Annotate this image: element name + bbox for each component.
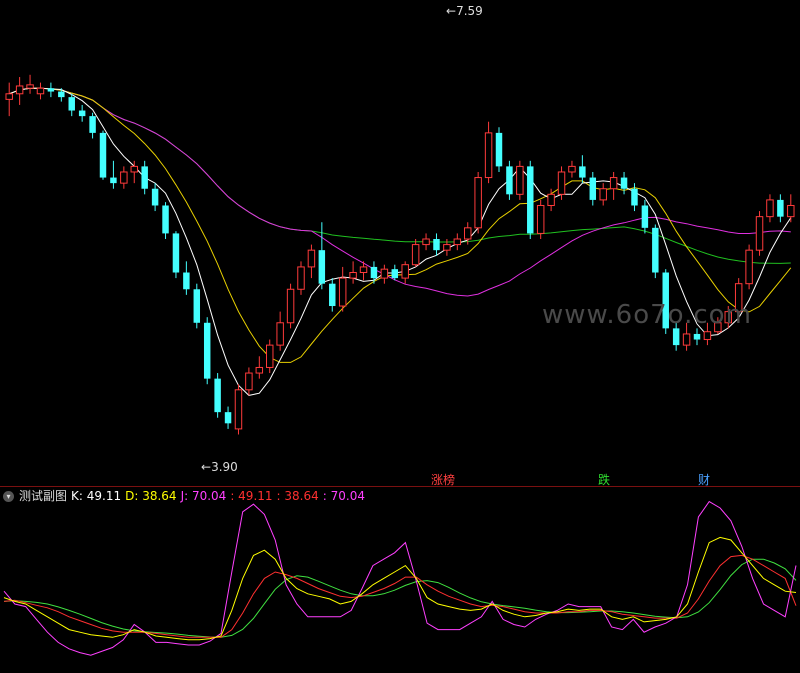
kdj-signal-line [3, 558, 797, 638]
arrow-left-icon: ← [201, 460, 212, 474]
candle-body-up [766, 199, 774, 218]
candle-body-up [286, 288, 295, 324]
candle-body-up [536, 204, 545, 234]
candle-body-down [370, 266, 378, 279]
candle-body-up [422, 238, 430, 246]
candle-body-down [506, 166, 513, 195]
arrow-left-icon: ← [446, 4, 457, 18]
candle-body-up [15, 85, 24, 95]
candle-body-down [329, 283, 336, 307]
candle-body-down [162, 205, 169, 234]
candle-body-up [234, 389, 243, 430]
candle-body-up [380, 268, 389, 279]
candle-body-up [755, 216, 764, 251]
legend-value-2: : 38.64 [276, 489, 319, 503]
price-high-label: ←7.59 [446, 4, 483, 18]
tag-limit-up[interactable]: 涨榜 [431, 473, 455, 487]
legend-value-1: : 49.11 [230, 489, 273, 503]
candle-body-down [110, 177, 117, 184]
candle-body-up [255, 366, 264, 374]
candle-body-down [68, 97, 75, 111]
candle-body-up [599, 188, 607, 201]
indicator-legend: ▾ 测试副图 K: 49.11 D: 38.64 J: 70.04 : 49.1… [0, 488, 369, 504]
candle-body-up [557, 171, 566, 195]
candle-body-up [464, 227, 472, 240]
candle-body-down [151, 188, 159, 206]
candle-body-down [203, 322, 211, 379]
candle-body-up [547, 193, 555, 206]
candle-body-up [266, 344, 274, 368]
candle-body-down [224, 412, 232, 424]
ma30-line [9, 87, 791, 297]
price-low-value: 3.90 [211, 460, 238, 474]
candle-body-up [130, 165, 138, 173]
panel-separator [0, 486, 800, 487]
candle-body-up [120, 171, 128, 184]
candle-body-down [172, 233, 180, 273]
candle-body-down [78, 110, 86, 117]
stock-chart [3, 74, 797, 656]
legend-k: K: 49.11 [71, 489, 122, 503]
candle-body-down [495, 132, 503, 167]
candle-body-up [359, 266, 368, 274]
candle-body-up [276, 322, 284, 346]
kdj-k-line [3, 536, 797, 641]
candle-body-down [777, 199, 784, 217]
candle-body-up [703, 331, 712, 341]
candle-body-down [579, 166, 586, 178]
candle-body-up [36, 87, 45, 95]
candle-body-down [47, 88, 55, 92]
candle-body-down [589, 177, 597, 200]
candle-body-down [99, 132, 107, 178]
candle-body-up [307, 249, 316, 268]
tag-down[interactable]: 跌 [598, 473, 610, 487]
candle-body-up [745, 249, 753, 285]
kdj-d-line [3, 554, 797, 638]
candle-body-up [26, 84, 34, 89]
candle-body-down [58, 91, 65, 98]
candle-body-up [411, 244, 420, 266]
candle-body-down [631, 188, 638, 206]
candle-body-up [516, 165, 524, 195]
candle-body-up [568, 165, 576, 173]
candle-body-down [89, 116, 96, 133]
legend-d: D: 38.64 [125, 489, 177, 503]
candle-body-down [641, 205, 649, 228]
indicator-name[interactable]: 测试副图 [19, 488, 67, 504]
candle-body-down [652, 227, 659, 273]
legend-j: J: 70.04 [180, 489, 227, 503]
collapse-icon[interactable]: ▾ [3, 490, 14, 502]
candle-body-up [609, 177, 618, 190]
candle-body-down [620, 177, 628, 189]
candle-body-down [391, 269, 399, 279]
candle-body-up [297, 266, 305, 290]
candle-body-down [433, 239, 440, 251]
candle-body-up [787, 204, 795, 218]
price-low-label: ←3.90 [201, 460, 238, 474]
candle-body-up [682, 333, 691, 346]
candle-body-up [484, 132, 493, 179]
candle-body-down [214, 378, 221, 413]
candle-body-up [443, 244, 451, 251]
candle-body-down [527, 166, 534, 234]
candle-body-down [141, 166, 148, 189]
legend-value-3: : 70.04 [322, 489, 365, 503]
candle-body-up [401, 264, 409, 279]
candle-body-down [318, 250, 326, 284]
price-high-value: 7.59 [456, 4, 483, 18]
candle-body-up [338, 277, 347, 307]
candle-body-down [693, 333, 701, 340]
watermark-text: www.6o7o.com [542, 300, 752, 330]
candle-body-up [474, 177, 482, 229]
candle-body-down [193, 289, 201, 323]
candle-body-down [183, 272, 190, 290]
tag-finance[interactable]: 财 [698, 473, 710, 487]
candle-body-up [349, 272, 357, 279]
candle-body-down [672, 328, 680, 346]
candle-body-up [453, 238, 462, 246]
candle-body-up [5, 93, 13, 100]
candle-body-up [245, 372, 253, 391]
